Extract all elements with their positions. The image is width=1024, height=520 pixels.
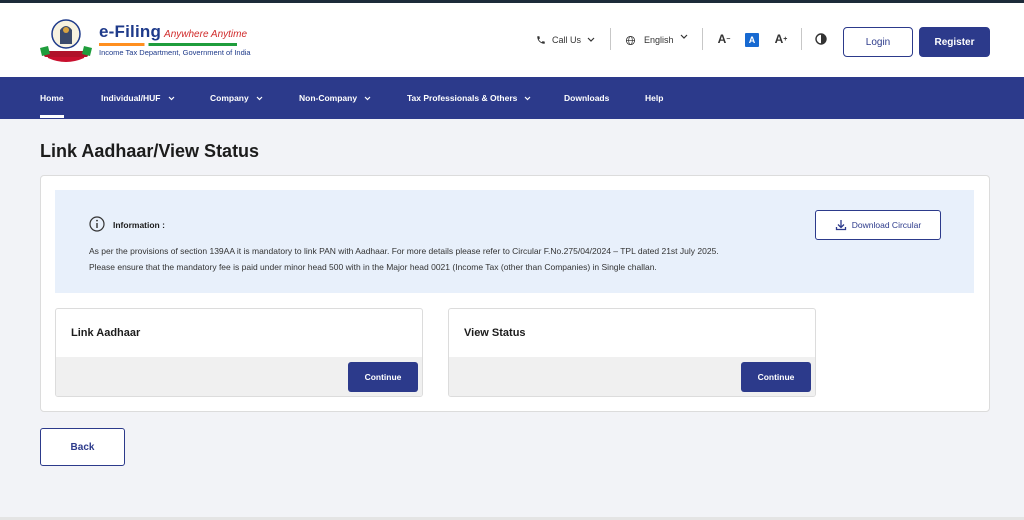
view-status-continue-button[interactable]: Continue: [741, 362, 811, 392]
info-icon: [89, 216, 105, 232]
nav-item-help[interactable]: Help: [645, 77, 663, 119]
register-button[interactable]: Register: [919, 27, 990, 57]
chevron-down-icon: [680, 34, 687, 39]
nav-item-label: Help: [645, 93, 664, 103]
phone-icon: [537, 36, 545, 44]
font-increase-label: A: [774, 32, 784, 46]
language-dropdown[interactable]: English: [625, 32, 696, 48]
information-label: Information :: [113, 220, 165, 230]
chevron-down-icon: [364, 96, 371, 100]
nav-item-non-company[interactable]: Non-Company: [299, 77, 371, 119]
logo-title: e-Filing Anywhere Anytime: [99, 22, 247, 42]
information-panel: [55, 190, 974, 293]
link-aadhaar-card: Link Aadhaar Continue: [55, 308, 423, 397]
font-normal-button[interactable]: A: [745, 33, 759, 47]
nav-item-label: Home: [40, 93, 64, 103]
contrast-icon[interactable]: [815, 33, 827, 45]
login-button[interactable]: Login: [843, 27, 913, 57]
card-footer: Continue: [56, 357, 422, 396]
font-decrease-label: A: [717, 32, 727, 46]
header-divider: [702, 28, 703, 50]
nav-item-label: Company: [210, 93, 249, 103]
efiling-logo[interactable]: e-Filing Anywhere Anytime Income Tax Depa…: [38, 18, 251, 62]
download-circular-label: Download Circular: [851, 220, 922, 230]
nav-item-label: Downloads: [564, 93, 610, 103]
back-button[interactable]: Back: [40, 428, 125, 466]
nav-item-label: Individual/HUF: [101, 93, 161, 103]
font-normal-label: A: [748, 35, 756, 45]
main-nav: Home Individual/HUF Company Non-Company …: [0, 77, 1024, 119]
page-title: Link Aadhaar/View Status: [40, 141, 260, 161]
nav-item-company[interactable]: Company: [210, 77, 263, 119]
logo-brand: e-Filing: [99, 22, 162, 41]
card-title: View Status: [464, 327, 526, 339]
nav-item-downloads[interactable]: Downloads: [564, 77, 609, 119]
download-circular-button[interactable]: Download Circular: [815, 210, 941, 240]
chevron-down-icon: [524, 96, 531, 100]
header-divider: [801, 28, 802, 50]
chevron-down-icon: [256, 96, 263, 100]
call-us-dropdown[interactable]: Call Us: [536, 32, 601, 48]
card-title: Link Aadhaar: [71, 327, 141, 339]
logo-tricolor-bar: [99, 43, 237, 46]
national-emblem-icon: [40, 19, 92, 62]
card-footer: Continue: [449, 357, 815, 396]
information-text: As per the provisions of section 139AA i…: [89, 246, 719, 256]
nav-item-home[interactable]: Home: [40, 77, 64, 119]
language-label: English: [644, 35, 674, 45]
logo-subtitle: Income Tax Department, Government of Ind…: [99, 48, 251, 57]
nav-item-individual-huf[interactable]: Individual/HUF: [101, 77, 175, 119]
font-increase-button[interactable]: A +: [773, 31, 789, 47]
chevron-down-icon: [168, 96, 174, 100]
globe-icon: [625, 35, 636, 45]
chevron-down-icon: [587, 37, 595, 42]
font-decrease-button[interactable]: A −: [716, 31, 732, 47]
download-icon: [835, 220, 846, 231]
information-text: Please ensure that the mandatory fee is …: [89, 262, 657, 272]
site-header: e-Filing Anywhere Anytime Income Tax Depa…: [0, 3, 1024, 77]
logo-tagline: Anywhere Anytime: [164, 29, 248, 40]
nav-item-label: Non-Company: [299, 93, 358, 103]
nav-item-tax-professionals[interactable]: Tax Professionals & Others: [407, 77, 531, 119]
call-us-label: Call Us: [552, 35, 582, 45]
link-aadhaar-continue-button[interactable]: Continue: [348, 362, 418, 392]
header-divider: [610, 28, 611, 50]
nav-active-indicator: [40, 115, 64, 118]
view-status-card: View Status Continue: [448, 308, 816, 397]
nav-item-label: Tax Professionals & Others: [407, 93, 518, 103]
